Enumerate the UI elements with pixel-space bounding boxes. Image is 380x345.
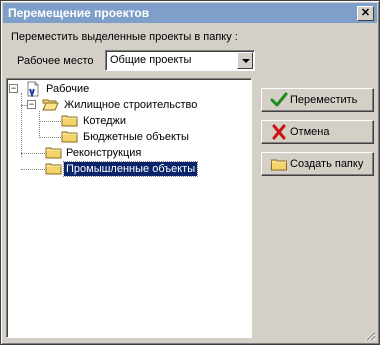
tree-node-label: Рабочие — [46, 83, 90, 95]
create-folder-button[interactable]: Создать папку — [261, 152, 374, 176]
tree-node-industrial[interactable]: Промышленные объекты — [7, 161, 247, 177]
folder-icon — [61, 114, 78, 127]
folder-icon — [270, 158, 288, 171]
tree-node-label: Реконструкция — [66, 147, 142, 159]
create-folder-button-label: Создать папку — [290, 158, 364, 170]
collapse-icon[interactable]: − — [9, 84, 18, 93]
workspace-label: Рабочее место — [17, 55, 94, 67]
checkmark-icon — [270, 92, 288, 107]
move-prompt: Переместить выделенные проекты в папку : — [11, 31, 238, 43]
folder-icon — [45, 162, 62, 175]
move-button-label: Переместить — [290, 94, 358, 106]
collapse-icon[interactable]: − — [27, 100, 36, 109]
chevron-down-icon[interactable] — [237, 52, 253, 69]
tree-node-budget[interactable]: Бюджетные объекты — [7, 129, 247, 145]
tree-node-label: Жилищное строительство — [64, 99, 198, 111]
cancel-button-label: Отмена — [290, 126, 330, 138]
move-projects-dialog: Перемещение проектов ✕ Переместить выдел… — [0, 0, 380, 345]
x-mark-icon — [272, 124, 286, 140]
folder-open-icon — [42, 98, 59, 111]
cancel-button[interactable]: Отмена — [261, 120, 374, 144]
close-button[interactable]: ✕ — [357, 6, 374, 21]
dialog-title: Перемещение проектов — [8, 6, 150, 20]
tree-node-label: Бюджетные объекты — [83, 131, 189, 143]
workspace-select[interactable]: Общие проекты — [105, 50, 255, 71]
document-icon — [27, 81, 39, 97]
workspace-value: Общие проекты — [110, 54, 192, 66]
resize-grip-icon[interactable] — [364, 329, 376, 341]
tree-node-root[interactable]: − Рабочие — [7, 81, 247, 97]
tree-node-housing[interactable]: − Жилищное строительство — [7, 97, 247, 113]
title-bar[interactable]: Перемещение проектов ✕ — [3, 3, 377, 23]
tree-node-reconstruction[interactable]: Реконструкция — [7, 145, 247, 161]
folder-icon — [61, 130, 78, 143]
tree-node-cottages[interactable]: Котеджи — [7, 113, 247, 129]
folder-tree[interactable]: − Рабочие − Жилищное строительство Котед… — [6, 78, 252, 338]
close-icon: ✕ — [360, 7, 371, 19]
folder-icon — [45, 146, 62, 159]
tree-node-label: Промышленные объекты — [62, 161, 199, 177]
tree-node-label: Котеджи — [83, 115, 126, 127]
move-button[interactable]: Переместить — [261, 88, 374, 112]
